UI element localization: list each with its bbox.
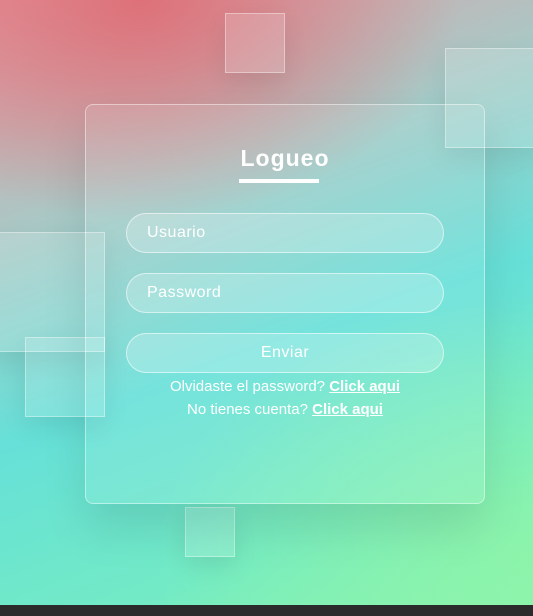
forgot-password-line: Olvidaste el password? Click aqui <box>86 378 484 395</box>
login-card: Logueo Enviar Olvidaste el password? Cli… <box>85 104 485 504</box>
bottom-bar <box>0 605 533 616</box>
username-input[interactable] <box>126 213 444 253</box>
signup-line: No tienes cuenta? Click aqui <box>86 401 484 418</box>
forgot-password-text: Olvidaste el password? <box>169 378 326 395</box>
decorative-square-bottom <box>185 507 235 557</box>
title-underline <box>239 179 319 183</box>
signup-text: No tienes cuenta? <box>187 401 308 418</box>
password-input[interactable] <box>126 273 444 313</box>
submit-button[interactable]: Enviar <box>126 333 444 373</box>
forgot-password-link[interactable]: Click aqui <box>329 378 400 395</box>
signup-link[interactable]: Click aqui <box>312 401 383 418</box>
login-title: Logueo <box>240 145 330 171</box>
decorative-square-top <box>225 13 285 73</box>
